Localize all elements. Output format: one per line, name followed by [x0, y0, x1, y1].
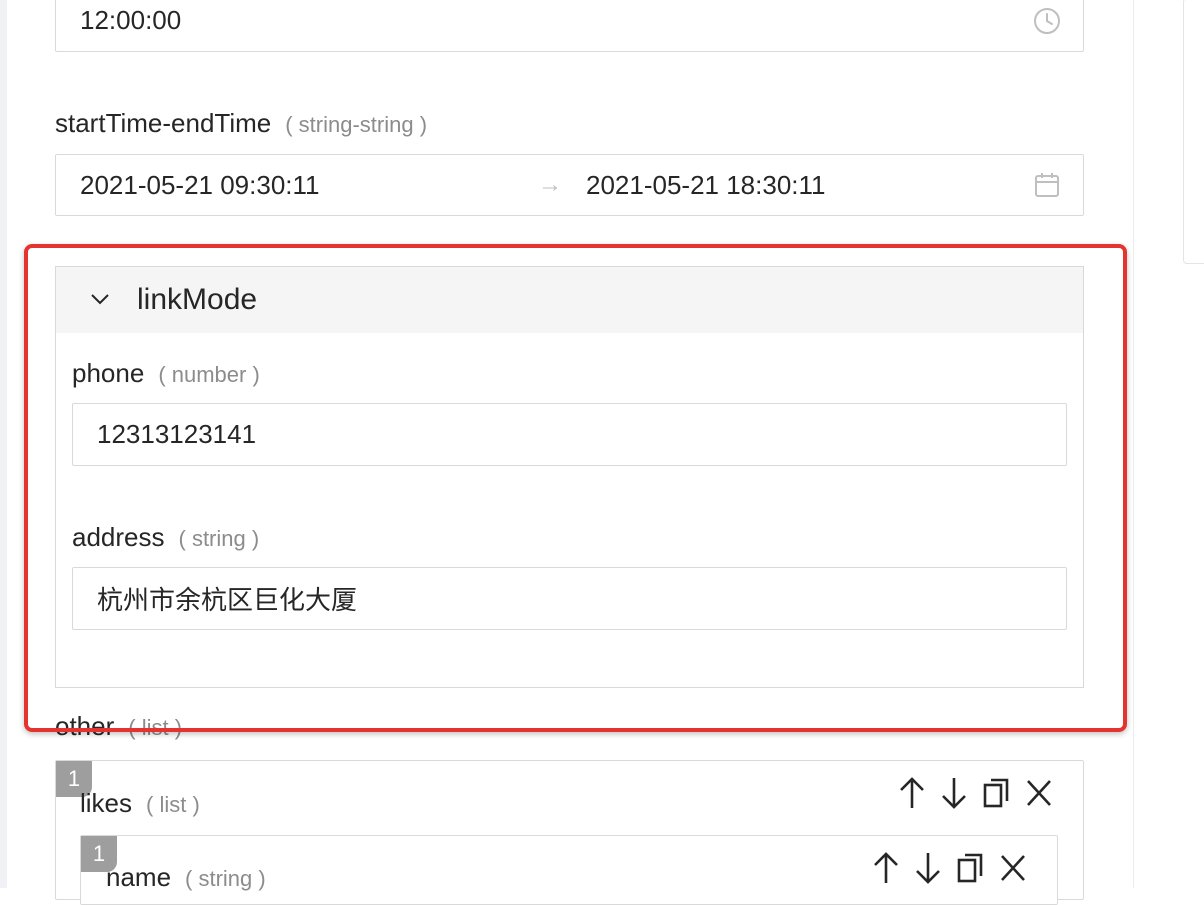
other-item-actions [898, 776, 1054, 810]
range-label: startTime-endTime ( string-string ) [55, 108, 427, 139]
range-type: ( string-string ) [285, 112, 428, 137]
phone-type: ( number ) [158, 362, 260, 387]
arrow-down-icon[interactable] [914, 851, 942, 885]
linkmode-collapse-header[interactable]: linkMode [55, 266, 1084, 334]
likes-label-text: likes [80, 788, 133, 818]
close-icon[interactable] [1024, 776, 1054, 810]
phone-input[interactable]: 12313123141 [72, 403, 1067, 466]
address-label: address ( string ) [72, 522, 259, 553]
address-input[interactable]: 杭州市余杭区巨化大厦 [72, 567, 1067, 630]
copy-icon[interactable] [982, 776, 1010, 810]
panel-divider [1133, 0, 1134, 888]
phone-label-text: phone [72, 358, 145, 388]
address-label-text: address [72, 522, 165, 552]
time-input-value: 12:00:00 [80, 4, 182, 35]
name-type: ( string ) [185, 866, 266, 891]
arrow-down-icon[interactable] [940, 776, 968, 810]
other-label-text: other [55, 711, 115, 741]
calendar-icon[interactable] [1032, 170, 1062, 200]
phone-input-value: 12313123141 [97, 419, 257, 449]
arrow-up-icon[interactable] [872, 851, 900, 885]
linkmode-title: linkMode [137, 283, 258, 316]
name-label: name( string ) [106, 862, 266, 893]
range-separator: → [538, 171, 562, 198]
likes-label: likes ( list ) [80, 788, 200, 819]
other-label: other ( list ) [55, 711, 182, 742]
arrow-up-icon[interactable] [898, 776, 926, 810]
range-label-text: startTime-endTime [55, 108, 272, 138]
likes-type: ( list ) [146, 792, 200, 817]
address-type: ( string ) [178, 526, 260, 551]
range-end-value[interactable]: 2021-05-21 18:30:11 [586, 170, 826, 201]
date-range-picker[interactable]: 2021-05-21 09:30:11 → 2021-05-21 18:30:1… [55, 154, 1084, 216]
left-strip [0, 0, 7, 888]
phone-label: phone ( number ) [72, 358, 260, 389]
close-icon[interactable] [998, 851, 1028, 885]
copy-icon[interactable] [956, 851, 984, 885]
right-side-panel [1183, 0, 1204, 264]
other-type: ( list ) [128, 715, 183, 740]
likes-item-actions [872, 851, 1028, 885]
chevron-down-icon[interactable] [88, 287, 112, 311]
clock-icon[interactable] [1032, 6, 1062, 36]
time-input[interactable]: 12:00:00 [55, 0, 1084, 52]
address-input-value: 杭州市余杭区巨化大厦 [97, 585, 358, 615]
range-start-value[interactable]: 2021-05-21 09:30:11 [80, 170, 320, 201]
